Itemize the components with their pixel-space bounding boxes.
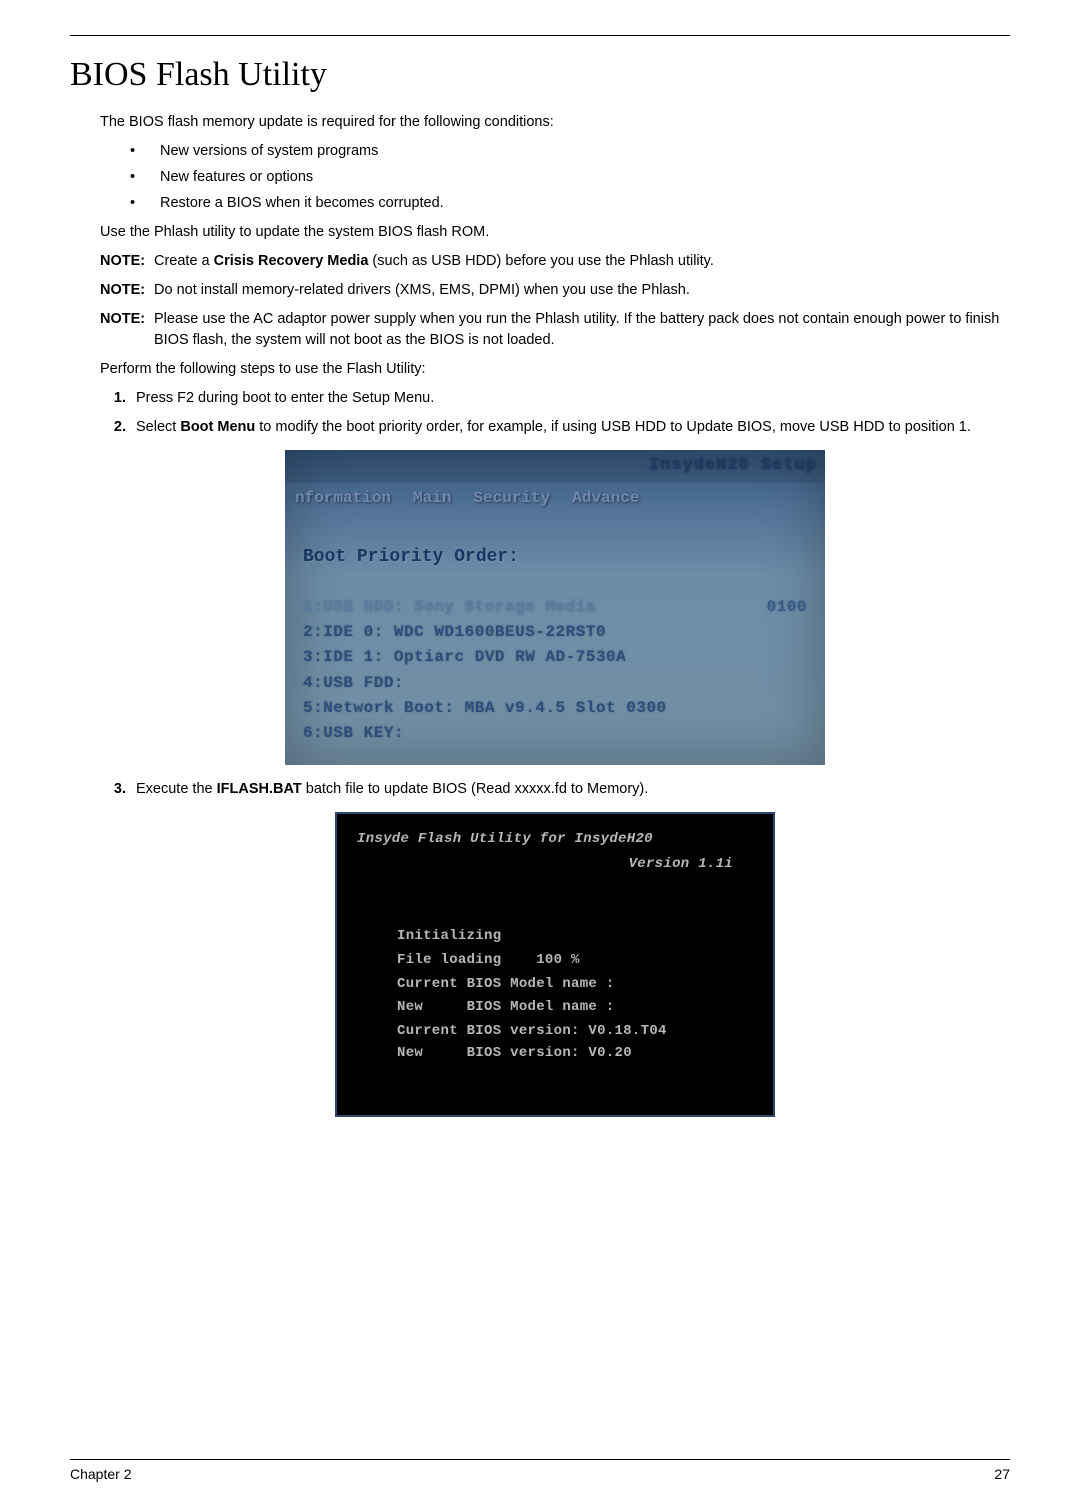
bios-content: Boot Priority Order: 1:USB HDD: Sony Sto… [285,514,825,755]
flash-utility-screenshot: Insyde Flash Utility for InsydeH20 Versi… [335,812,775,1116]
use-paragraph: Use the Phlash utility to update the sys… [100,222,1010,243]
flash-line: Current BIOS version: V0.18.T04 [337,1020,773,1042]
page-title: BIOS Flash Utility [70,56,1010,94]
steps-list: Press F2 during boot to enter the Setup … [100,388,1010,438]
flash-line: New BIOS version: V0.20 [337,1042,773,1064]
flash-line: File loading 100 % [337,949,773,971]
footer-page-number: 27 [994,1466,1010,1482]
step-item: Execute the IFLASH.BAT batch file to upd… [130,779,1010,800]
bios-boot-line: 2:IDE 0: WDC WD1600BEUS-22RST0 [303,621,807,644]
bios-boot-line: 6:USB KEY: [303,722,807,745]
bios-boot-line: 1:USB HDD: Sony Storage Media0100 [303,596,807,619]
list-item: New versions of system programs [160,141,1010,162]
bios-setup-screenshot: InsydeH20 Setup nformation Main Security… [285,450,825,765]
note-line: NOTE: Create a Crisis Recovery Media (su… [100,251,1010,272]
flash-line: Initializing [337,925,773,947]
page-footer: Chapter 2 27 [70,1459,1010,1482]
top-rule [70,35,1010,36]
note-line: NOTE: Do not install memory-related driv… [100,280,1010,301]
steps-list-cont: Execute the IFLASH.BAT batch file to upd… [100,779,1010,800]
bios-boot-line: 4:USB FDD: [303,672,807,695]
bios-boot-line: 5:Network Boot: MBA v9.4.5 Slot 0300 [303,697,807,720]
bios-boot-header: Boot Priority Order: [303,544,807,570]
step-item: Select Boot Menu to modify the boot prio… [130,417,1010,438]
bios-tabs: nformation Main Security Advance [285,483,825,514]
flash-line: New BIOS Model name : [337,996,773,1018]
footer-chapter: Chapter 2 [70,1466,131,1482]
bios-setup-title: InsydeH20 Setup [285,450,825,483]
flash-title: Insyde Flash Utility for InsydeH20 [337,828,773,850]
bios-tab: Advance [572,487,639,510]
body: The BIOS flash memory update is required… [100,112,1010,1117]
bios-tab: Security [473,487,550,510]
list-item: New features or options [160,167,1010,188]
bios-boot-line: 3:IDE 1: Optiarc DVD RW AD-7530A [303,646,807,669]
list-item: Restore a BIOS when it becomes corrupted… [160,193,1010,214]
flash-version: Version 1.1i [337,853,773,875]
intro-paragraph: The BIOS flash memory update is required… [100,112,1010,133]
note-line: NOTE: Please use the AC adaptor power su… [100,309,1010,351]
bios-tab: Main [413,487,451,510]
perform-paragraph: Perform the following steps to use the F… [100,359,1010,380]
page: BIOS Flash Utility The BIOS flash memory… [0,0,1080,1512]
conditions-list: New versions of system programs New feat… [100,141,1010,214]
bios-tab: nformation [295,487,391,510]
flash-line: Current BIOS Model name : [337,973,773,995]
step-item: Press F2 during boot to enter the Setup … [130,388,1010,409]
